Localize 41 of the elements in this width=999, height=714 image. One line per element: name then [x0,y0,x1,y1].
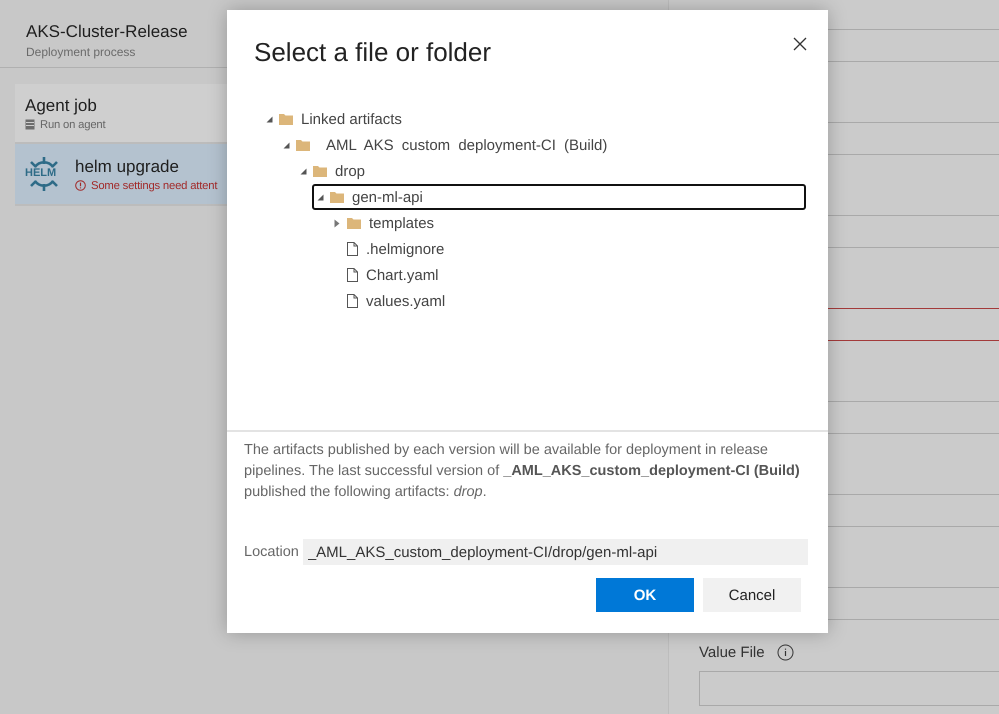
job-detail: Run on agent [40,118,106,130]
info-text: The artifacts published by each version will be available for deployment in release pipelines. The last successful version of _AML_AKS_custom_deployment-CI (Build) published the following artifacts: drop. [244,441,801,502]
warning-icon [75,180,86,191]
caret-icon[interactable] [282,142,290,148]
job-title: helm upgrade [75,156,180,176]
folder-icon [330,191,344,203]
info-icon[interactable] [776,644,794,661]
pipeline-subtitle: Deployment process [26,45,136,59]
server-icon [25,119,35,130]
file-icon [347,268,358,282]
tree-item[interactable]: gen-ml-api [312,184,806,210]
job-detail: Some settings need attent [91,180,218,192]
file-icon [347,294,358,308]
caret-icon[interactable] [300,168,306,174]
tree-item[interactable]: Chart.yaml [329,262,443,288]
tree-item[interactable]: Linked artifacts [261,106,406,132]
caret-icon[interactable] [266,116,272,122]
ship-wheel-icon [27,156,61,192]
location-label: Location [244,544,299,560]
cancel-button[interactable]: Cancel [703,578,801,612]
folder-icon [296,139,310,151]
tree-item[interactable]: drop [295,158,370,184]
tree-item[interactable]: templates [329,210,438,236]
dialog-title: Select a file or folder [254,37,492,69]
tree-item[interactable]: .helmignore [329,236,448,262]
folder-icon [347,217,361,229]
folder-icon [279,113,293,125]
tree-item[interactable]: AML AKS custom deployment-CI (Build) [278,132,612,158]
caret-icon[interactable] [334,218,340,228]
job-title: Agent job [25,96,98,116]
caret-icon[interactable] [316,194,324,200]
close-icon[interactable] [793,37,807,51]
location-field[interactable]: _AML_AKS_custom_deployment-CI/drop/gen-ml-api [302,539,808,565]
tree-item[interactable]: values.yaml [329,288,450,314]
logo-text: HELM [25,167,56,179]
ok-button[interactable]: OK [596,578,694,612]
input-field[interactable] [699,671,999,706]
field-label: Value File [699,644,765,661]
file-icon [347,242,358,256]
folder-icon [313,165,327,177]
pipeline-title: AKS-Cluster-Release [26,22,188,42]
